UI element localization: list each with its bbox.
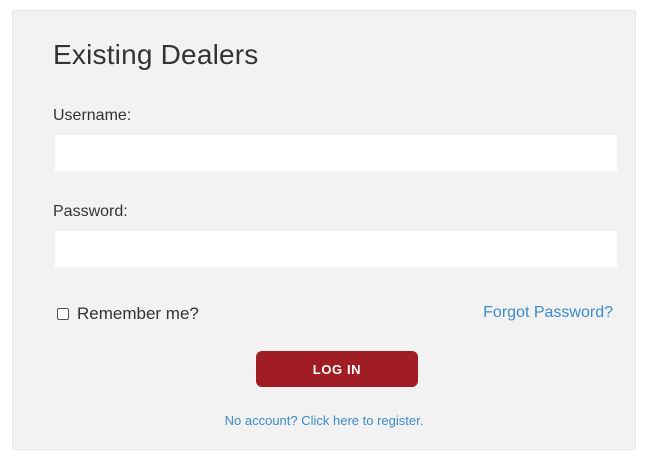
login-button[interactable]: LOG IN bbox=[256, 351, 418, 387]
remember-me-label: Remember me? bbox=[77, 304, 199, 323]
remember-me-checkbox[interactable] bbox=[57, 308, 69, 320]
login-panel: Existing Dealers Username: Password: Rem… bbox=[12, 10, 636, 450]
remember-me-control[interactable]: Remember me? bbox=[57, 304, 199, 324]
username-label: Username: bbox=[53, 107, 132, 124]
login-title: Existing Dealers bbox=[53, 39, 259, 70]
password-label: Password: bbox=[53, 203, 128, 220]
password-input[interactable] bbox=[55, 231, 617, 267]
forgot-password-link[interactable]: Forgot Password? bbox=[483, 304, 613, 322]
register-link[interactable]: No account? Click here to register. bbox=[13, 413, 635, 428]
username-input[interactable] bbox=[55, 135, 617, 171]
